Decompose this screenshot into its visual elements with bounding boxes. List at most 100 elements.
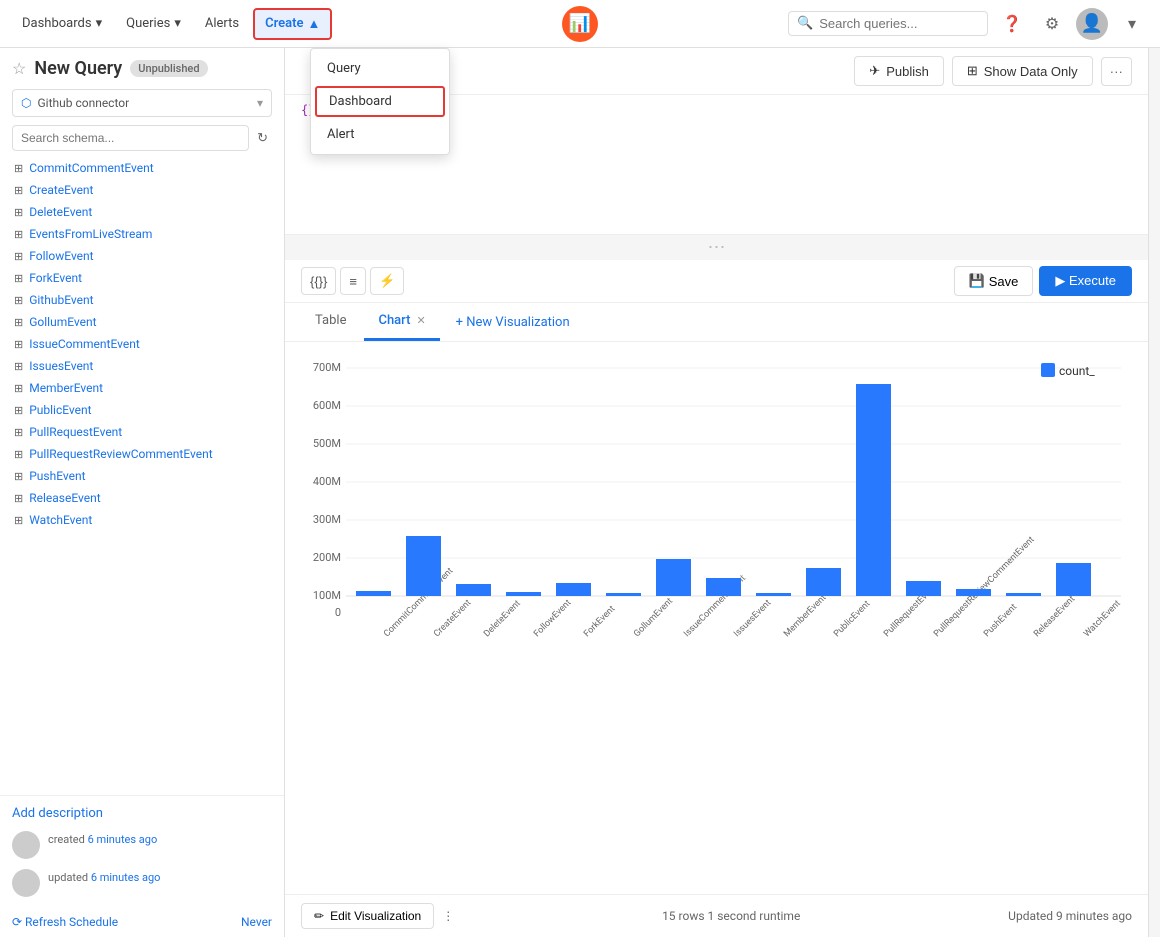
- svg-text:CreateEvent: CreateEvent: [432, 598, 473, 639]
- schema-item[interactable]: ⊞IssuesEvent: [0, 355, 284, 377]
- schema-item[interactable]: ⊞ForkEvent: [0, 267, 284, 289]
- table-icon: ⊞: [14, 184, 23, 197]
- table-icon: ⊞: [14, 382, 23, 395]
- table-icon: ⊞: [14, 272, 23, 285]
- app-logo: 📊: [562, 6, 598, 42]
- execute-button[interactable]: ▶ Execute: [1039, 266, 1132, 296]
- schema-item[interactable]: ⊞ReleaseEvent: [0, 487, 284, 509]
- create-dropdown: Query Dashboard Alert: [310, 48, 450, 155]
- connector-icon: ⬡: [21, 96, 31, 110]
- schema-search-input[interactable]: [12, 125, 249, 151]
- schema-item[interactable]: ⊞GithubEvent: [0, 289, 284, 311]
- tab-table[interactable]: Table: [301, 303, 360, 341]
- add-description[interactable]: Add description: [12, 806, 272, 821]
- svg-text:MemberEvent: MemberEvent: [782, 593, 828, 639]
- tab-chart-close[interactable]: ✕: [416, 314, 425, 327]
- table-icon: ⊞: [14, 360, 23, 373]
- schema-list: ⊞CommitCommentEvent⊞CreateEvent⊞DeleteEv…: [0, 151, 284, 795]
- search-icon: 🔍: [797, 16, 813, 31]
- svg-text:PublicEvent: PublicEvent: [832, 599, 872, 639]
- schema-item[interactable]: ⊞PullRequestEvent: [0, 421, 284, 443]
- dropdown-alert[interactable]: Alert: [311, 119, 449, 150]
- schema-item[interactable]: ⊞GollumEvent: [0, 311, 284, 333]
- scrollbar[interactable]: [1148, 48, 1160, 937]
- schema-item[interactable]: ⊞PushEvent: [0, 465, 284, 487]
- table-icon: ⊞: [14, 316, 23, 329]
- schema-item[interactable]: ⊞WatchEvent: [0, 509, 284, 531]
- schema-item[interactable]: ⊞PublicEvent: [0, 399, 284, 421]
- resize-handle[interactable]: ⋯: [285, 235, 1148, 260]
- tab-chart[interactable]: Chart ✕: [364, 303, 439, 341]
- table-icon: ⊞: [967, 63, 978, 79]
- help-icon[interactable]: ❓: [996, 8, 1028, 40]
- svg-text:count_: count_: [1059, 364, 1095, 378]
- schema-item[interactable]: ⊞EventsFromLiveStream: [0, 223, 284, 245]
- bar-chart: 700M 600M 500M 400M 300M 200M 100M 0 Com…: [301, 358, 1121, 668]
- settings-icon[interactable]: ⚙: [1036, 8, 1068, 40]
- edit-visualization-button[interactable]: ✏ Edit Visualization: [301, 903, 434, 929]
- svg-text:IssuesEvent: IssuesEvent: [732, 598, 773, 639]
- svg-text:WatchEvent: WatchEvent: [1082, 599, 1123, 640]
- bottom-bar: ✏ Edit Visualization ⋮ 15 rows 1 second …: [285, 894, 1148, 937]
- lightning-btn[interactable]: ⚡: [370, 267, 404, 295]
- format-btn[interactable]: {{}}: [301, 267, 336, 295]
- avatar[interactable]: 👤: [1076, 8, 1108, 40]
- more-options-button[interactable]: ···: [1101, 57, 1132, 86]
- schema-item[interactable]: ⊞DeleteEvent: [0, 201, 284, 223]
- dropdown-query[interactable]: Query: [311, 53, 449, 84]
- refresh-schedule-row: ⟳ Refresh Schedule Never: [0, 907, 284, 937]
- global-search[interactable]: 🔍: [788, 11, 988, 36]
- sidebar-footer: Add description created 6 minutes ago up…: [0, 795, 284, 907]
- search-input[interactable]: [819, 16, 979, 31]
- table-icon: ⊞: [14, 294, 23, 307]
- table-icon: ⊞: [14, 404, 23, 417]
- tab-new-visualization[interactable]: + New Visualization: [444, 307, 582, 338]
- content-area: ✈ Publish ⊞ Show Data Only ··· {} by Typ…: [285, 48, 1148, 937]
- created-time[interactable]: 6 minutes ago: [88, 833, 158, 846]
- nav-create[interactable]: Create ▲: [253, 8, 332, 40]
- chevron-down-icon[interactable]: ▾: [1116, 8, 1148, 40]
- updated-time[interactable]: 6 minutes ago: [91, 871, 161, 884]
- more-options-icon[interactable]: ⋮: [442, 909, 454, 923]
- star-icon[interactable]: ☆: [12, 59, 26, 78]
- user-info: created 6 minutes ago: [12, 831, 272, 859]
- nav-alerts[interactable]: Alerts: [195, 10, 249, 37]
- svg-text:200M: 200M: [313, 551, 341, 564]
- svg-text:ForkEvent: ForkEvent: [582, 604, 617, 639]
- schema-item[interactable]: ⊞FollowEvent: [0, 245, 284, 267]
- refresh-schedule-value[interactable]: Never: [241, 915, 272, 929]
- table-icon: ⊞: [14, 514, 23, 527]
- dropdown-dashboard[interactable]: Dashboard: [315, 86, 445, 117]
- table-icon: ⊞: [14, 338, 23, 351]
- avatar-icon: 👤: [1081, 13, 1103, 34]
- svg-text:PushEvent: PushEvent: [982, 602, 1019, 639]
- schema-item[interactable]: ⊞IssueCommentEvent: [0, 333, 284, 355]
- connector-select[interactable]: ⬡ Github connector ▾: [12, 89, 272, 117]
- resize-icon: ⋯: [708, 237, 726, 258]
- save-button[interactable]: 💾 Save: [954, 266, 1034, 296]
- svg-text:500M: 500M: [313, 437, 341, 450]
- nav-queries[interactable]: Queries ▾: [116, 10, 191, 37]
- publish-button[interactable]: ✈ Publish: [854, 56, 944, 86]
- chart-wrapper: 700M 600M 500M 400M 300M 200M 100M 0 Com…: [301, 358, 1132, 672]
- viz-tabs: Table Chart ✕ + New Visualization: [285, 303, 1148, 342]
- schema-item[interactable]: ⊞PullRequestReviewCommentEvent: [0, 443, 284, 465]
- svg-text:300M: 300M: [313, 513, 341, 526]
- unpublished-badge: Unpublished: [130, 60, 207, 77]
- indent-btn[interactable]: ≡: [340, 267, 366, 295]
- show-data-button[interactable]: ⊞ Show Data Only: [952, 56, 1093, 86]
- schema-item[interactable]: ⊞MemberEvent: [0, 377, 284, 399]
- svg-text:700M: 700M: [313, 361, 341, 374]
- sidebar: ☆ New Query Unpublished ⬡ Github connect…: [0, 48, 285, 937]
- publish-icon: ✈: [869, 63, 880, 79]
- user-meta-1: created 6 minutes ago: [48, 831, 157, 849]
- schema-refresh-icon[interactable]: ↻: [253, 127, 272, 150]
- connector-label: Github connector: [37, 96, 129, 110]
- refresh-schedule-label[interactable]: ⟳ Refresh Schedule: [12, 915, 118, 929]
- edit-icon: ✏: [314, 909, 324, 923]
- schema-item[interactable]: ⊞CreateEvent: [0, 179, 284, 201]
- svg-text:ReleaseEvent: ReleaseEvent: [1032, 594, 1077, 639]
- schema-item[interactable]: ⊞CommitCommentEvent: [0, 157, 284, 179]
- nav-dashboards[interactable]: Dashboards ▾: [12, 10, 112, 37]
- main-layout: ☆ New Query Unpublished ⬡ Github connect…: [0, 48, 1160, 937]
